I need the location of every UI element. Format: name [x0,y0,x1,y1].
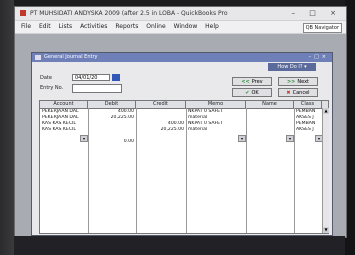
dialog-controls[interactable]: –□× [309,53,329,62]
cell-debit[interactable]: 20,225.00 [90,115,134,121]
grid-scrollbar[interactable]: ▲ ▼ [322,108,329,233]
entry-no-input[interactable] [72,84,122,93]
cancel-button[interactable]: ✖ Cancel [278,88,318,97]
general-journal-dialog: General Journal Entry –□× How Do I? ▾ Da… [31,52,333,236]
menu-lists[interactable]: Lists [59,23,73,30]
menu-edit[interactable]: Edit [39,23,51,30]
workspace: General Journal Entry –□× How Do I? ▾ Da… [15,34,346,237]
cell-class[interactable]: AKSES J [296,127,322,133]
checkmark-icon: ✔ [245,90,250,96]
window-title: PT MUHSIDATI ANDYSKA 2009 (after 2.5 in … [30,10,228,17]
title-bar: PT MUHSIDATI ANDYSKA 2009 (after 2.5 in … [15,7,346,20]
prev-arrow-icon: << [241,79,250,85]
menu-help[interactable]: Help [205,23,219,30]
calendar-icon[interactable] [112,74,120,81]
journal-grid: Account Debit Credit Memo Name Class PEK… [39,100,329,234]
scroll-up-icon[interactable]: ▲ [323,108,329,114]
close-button[interactable]: × [330,9,342,17]
menu-activities[interactable]: Activities [80,23,107,30]
menu-bar: File Edit Lists Activities Reports Onlin… [15,21,346,33]
menu-file[interactable]: File [21,23,31,30]
next-button[interactable]: >> Next [278,77,318,86]
how-do-i-button[interactable]: How Do I? ▾ [268,63,316,71]
dialog-title: General Journal Entry [44,54,98,60]
column-divider [186,108,187,233]
next-arrow-icon: >> [286,79,296,85]
journal-icon [35,55,41,60]
maximize-button[interactable]: □ [309,9,322,17]
header-memo[interactable]: Memo [186,101,246,108]
date-input[interactable]: 04/01/20 [72,74,110,81]
ok-label: OK [251,90,259,96]
prev-label: Prev [251,79,263,85]
qb-navigator-button[interactable]: QB Navigator [302,23,342,33]
column-divider [136,108,137,233]
menu-window[interactable]: Window [174,23,198,30]
photo-background-left [0,0,14,255]
menu-reports[interactable]: Reports [115,23,138,30]
column-divider [88,108,89,233]
cell-memo[interactable]: material [188,127,244,133]
cancel-x-icon: ✖ [286,90,291,96]
app-window: PT MUHSIDATI ANDYSKA 2009 (after 2.5 in … [14,6,347,238]
header-credit[interactable]: Credit [136,101,186,108]
window-controls: – □ × [292,7,342,20]
grid-header: Account Debit Credit Memo Name Class [40,101,328,109]
cell-credit[interactable]: 20,225.00 [138,127,184,133]
column-divider [246,108,247,233]
cell-account[interactable]: KAS KAS KECIL [42,127,86,133]
entry-no-label: Entry No. [40,85,64,91]
scroll-down-icon[interactable]: ▼ [323,227,329,233]
header-debit[interactable]: Debit [88,101,136,108]
cell-debit[interactable]: 0.00 [90,139,134,145]
date-label: Date [40,75,52,81]
how-do-i-label: How Do I? [277,64,303,70]
menu-online[interactable]: Online [146,23,165,30]
header-account[interactable]: Account [40,101,88,108]
header-name[interactable]: Name [246,101,294,108]
cancel-label: Cancel [292,90,310,96]
monitor-bezel [14,236,345,255]
minimize-button[interactable]: – [292,9,302,17]
column-divider [294,108,295,233]
account-dropdown-arrow-icon[interactable]: ▾ [80,135,88,142]
memo-dropdown-arrow-icon[interactable]: ▾ [238,135,246,142]
prev-button[interactable]: << Prev [232,77,272,86]
next-label: Next [297,79,310,85]
header-class[interactable]: Class [294,101,322,108]
dialog-title-bar: General Journal Entry –□× [32,53,332,62]
app-icon [20,10,26,16]
name-dropdown-arrow-icon[interactable]: ▾ [286,135,294,142]
ok-button[interactable]: ✔ OK [232,88,272,97]
